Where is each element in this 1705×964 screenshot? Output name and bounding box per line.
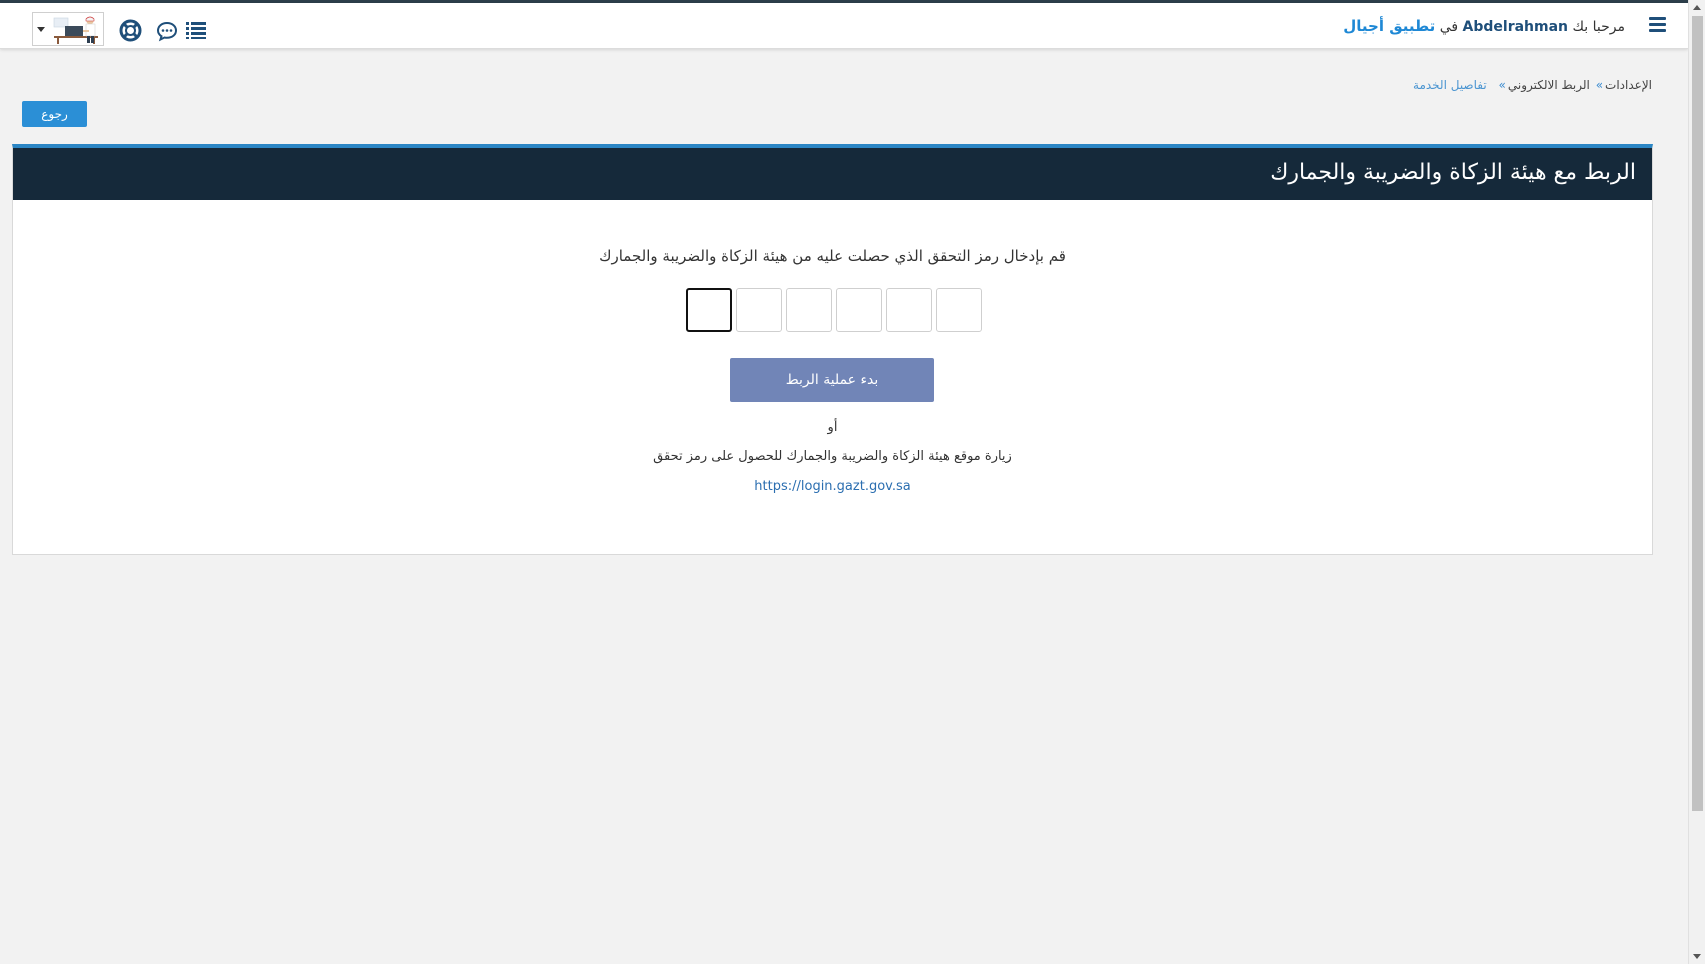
panel-title: الربط مع هيئة الزكاة والضريبة والجمارك bbox=[1270, 160, 1636, 185]
otp-input-group bbox=[686, 288, 982, 332]
user-menu-dropdown[interactable] bbox=[32, 12, 104, 46]
start-linking-button[interactable]: بدء عملية الربط bbox=[730, 358, 934, 402]
scroll-down-arrow-icon[interactable] bbox=[1693, 954, 1701, 959]
top-navbar: مرحبا بك Abdelrahman في تطبيق أجيال bbox=[0, 3, 1688, 49]
otp-digit-3[interactable] bbox=[836, 288, 882, 332]
avatar bbox=[51, 14, 103, 45]
otp-digit-4[interactable] bbox=[786, 288, 832, 332]
menu-icon[interactable] bbox=[1649, 17, 1666, 33]
breadcrumb-item-settings[interactable]: الإعدادات bbox=[1605, 78, 1652, 92]
breadcrumb-item-e-linking[interactable]: الربط الالكتروني bbox=[1508, 78, 1590, 92]
otp-digit-1[interactable] bbox=[936, 288, 982, 332]
back-button[interactable]: رجوع bbox=[22, 101, 87, 127]
vertical-scrollbar[interactable] bbox=[1688, 0, 1705, 964]
in-word: في bbox=[1439, 19, 1459, 35]
toolbar-icons bbox=[185, 19, 221, 41]
welcome-message: مرحبا بك Abdelrahman في تطبيق أجيال bbox=[1343, 17, 1625, 35]
visit-site-text: زيارة موقع هيئة الزكاة والضريبة والجمارك… bbox=[653, 449, 1012, 464]
otp-digit-6[interactable] bbox=[686, 288, 732, 332]
breadcrumb-separator: » bbox=[1595, 78, 1604, 92]
gazt-login-link[interactable]: https://login.gazt.gov.sa bbox=[13, 479, 1652, 494]
breadcrumb-item-service-details: تفاصيل الخدمة bbox=[1413, 78, 1487, 92]
otp-digit-5[interactable] bbox=[736, 288, 782, 332]
otp-digit-2[interactable] bbox=[886, 288, 932, 332]
breadcrumb-separator: » bbox=[1498, 78, 1506, 92]
or-text: أو bbox=[827, 420, 838, 435]
scrollbar-thumb[interactable] bbox=[1692, 16, 1703, 811]
support-icon[interactable] bbox=[119, 19, 142, 42]
welcome-prefix: مرحبا بك bbox=[1572, 19, 1625, 35]
username: Abdelrahman bbox=[1462, 19, 1569, 35]
chat-icon[interactable] bbox=[156, 20, 178, 42]
scroll-up-arrow-icon[interactable] bbox=[1693, 5, 1701, 10]
breadcrumb: الإعدادات» الربط الالكتروني» تفاصيل الخد… bbox=[1413, 78, 1652, 92]
app-name[interactable]: تطبيق أجيال bbox=[1343, 17, 1435, 35]
panel-header: الربط مع هيئة الزكاة والضريبة والجمارك bbox=[13, 148, 1652, 200]
otp-instruction: قم بإدخال رمز التحقق الذي حصلت عليه من ه… bbox=[599, 247, 1066, 265]
chevron-down-icon bbox=[37, 27, 45, 32]
zatca-link-panel: الربط مع هيئة الزكاة والضريبة والجمارك ق… bbox=[12, 144, 1653, 555]
list-icon[interactable] bbox=[185, 19, 207, 41]
